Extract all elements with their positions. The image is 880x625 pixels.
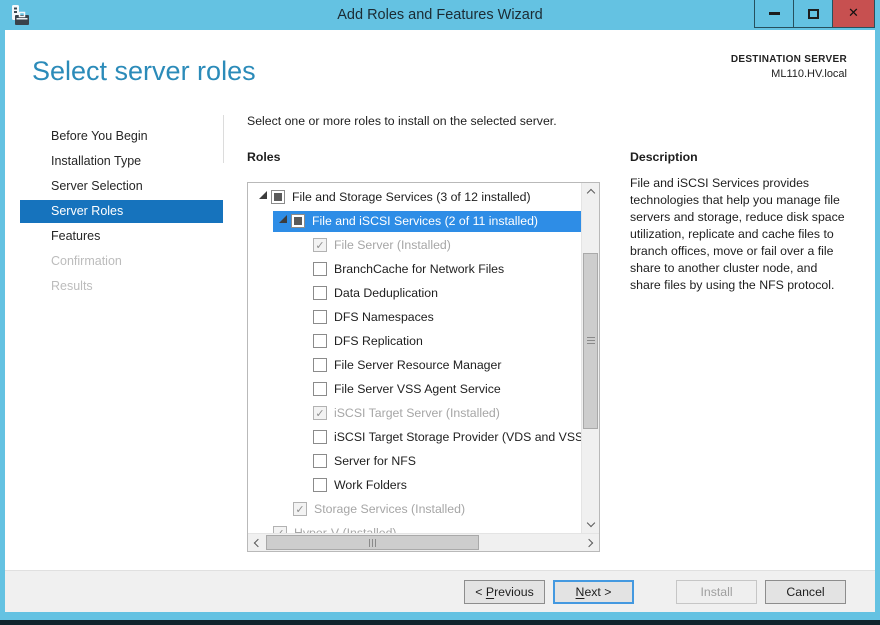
scroll-left-icon[interactable] xyxy=(248,534,265,551)
close-button[interactable] xyxy=(832,0,875,28)
roles-tree: File and Storage Services (3 of 12 insta… xyxy=(247,182,600,552)
sidebar-item-before-you-begin[interactable]: Before You Begin xyxy=(20,125,223,148)
expand-collapse-icon[interactable] xyxy=(275,215,291,227)
wizard-client-area: Select server roles DESTINATION SERVER M… xyxy=(5,30,875,612)
sidebar-item-installation-type[interactable]: Installation Type xyxy=(20,150,223,173)
thumb-grip-icon xyxy=(587,337,595,345)
tree-row-dfs-namespaces[interactable]: DFS Namespaces xyxy=(248,305,581,329)
wizard-steps-sidebar: Before You BeginInstallation TypeServer … xyxy=(20,123,223,300)
previous-button[interactable]: < Previous xyxy=(464,580,545,604)
scroll-down-icon[interactable] xyxy=(582,516,599,533)
role-checkbox[interactable] xyxy=(313,334,327,348)
sidebar-item-results: Results xyxy=(20,275,223,298)
role-checkbox[interactable] xyxy=(313,478,327,492)
role-label: Server for NFS xyxy=(334,454,416,468)
page-title: Select server roles xyxy=(32,56,256,87)
role-checkbox[interactable] xyxy=(313,310,327,324)
tree-row-data-deduplication[interactable]: Data Deduplication xyxy=(248,281,581,305)
expand-collapse-icon[interactable] xyxy=(255,191,271,203)
sidebar-item-server-selection[interactable]: Server Selection xyxy=(20,175,223,198)
description-text: File and iSCSI Services provides technol… xyxy=(630,175,851,294)
destination-server-block: DESTINATION SERVER ML110.HV.local xyxy=(731,54,847,80)
role-label: Work Folders xyxy=(334,478,407,492)
role-checkbox xyxy=(313,238,327,252)
destination-server-name: ML110.HV.local xyxy=(731,68,847,80)
role-label: Hyper-V (Installed) xyxy=(294,526,397,533)
horizontal-scrollbar[interactable] xyxy=(248,533,599,551)
wizard-footer: < Previous Next > Install Cancel xyxy=(5,570,875,612)
description-heading: Description xyxy=(630,150,698,164)
tree-row-server-for-nfs[interactable]: Server for NFS xyxy=(248,449,581,473)
sidebar-item-features[interactable]: Features xyxy=(20,225,223,248)
role-checkbox xyxy=(273,526,287,533)
role-checkbox[interactable] xyxy=(313,454,327,468)
role-label: iSCSI Target Storage Provider (VDS and V… xyxy=(334,430,581,444)
horizontal-scrollbar-thumb[interactable] xyxy=(266,535,479,550)
vertical-scrollbar[interactable] xyxy=(581,183,599,533)
thumb-grip-icon xyxy=(369,539,377,547)
role-label: File Server VSS Agent Service xyxy=(334,382,501,396)
titlebar: Add Roles and Features Wizard xyxy=(0,0,880,30)
role-label: File Server (Installed) xyxy=(334,238,451,252)
maximize-button[interactable] xyxy=(793,0,833,28)
scroll-up-icon[interactable] xyxy=(582,183,599,200)
role-checkbox[interactable] xyxy=(313,430,327,444)
role-label: iSCSI Target Server (Installed) xyxy=(334,406,500,420)
tree-row-file-server-resource-manager[interactable]: File Server Resource Manager xyxy=(248,353,581,377)
tree-row-file-server-vss-agent-service[interactable]: File Server VSS Agent Service xyxy=(248,377,581,401)
tree-row-file-server-installed[interactable]: File Server (Installed) xyxy=(248,233,581,257)
role-label: BranchCache for Network Files xyxy=(334,262,504,276)
next-button[interactable]: Next > xyxy=(553,580,634,604)
tree-row-hyper-v-installed[interactable]: Hyper-V (Installed) xyxy=(248,521,581,533)
role-checkbox[interactable] xyxy=(291,214,305,228)
vertical-scrollbar-thumb[interactable] xyxy=(583,253,598,429)
add-roles-wizard-window: Add Roles and Features Wizard Select ser… xyxy=(0,0,880,625)
window-title: Add Roles and Features Wizard xyxy=(0,0,880,30)
role-checkbox[interactable] xyxy=(313,286,327,300)
roles-tree-viewport: File and Storage Services (3 of 12 insta… xyxy=(248,183,581,533)
tree-row-iscsi-target-storage-provider-vds-and-vss-hardware-providers[interactable]: iSCSI Target Storage Provider (VDS and V… xyxy=(248,425,581,449)
role-label: DFS Replication xyxy=(334,334,423,348)
window-controls xyxy=(755,0,875,28)
maximize-icon xyxy=(808,9,819,19)
tree-row-work-folders[interactable]: Work Folders xyxy=(248,473,581,497)
sidebar-divider xyxy=(223,115,224,163)
destination-server-label: DESTINATION SERVER xyxy=(731,54,847,65)
role-label: Data Deduplication xyxy=(334,286,438,300)
instruction-text: Select one or more roles to install on t… xyxy=(247,114,557,128)
role-label: File Server Resource Manager xyxy=(334,358,501,372)
tree-row-iscsi-target-server-installed[interactable]: iSCSI Target Server (Installed) xyxy=(248,401,581,425)
minimize-icon xyxy=(769,12,780,15)
tree-row-branchcache-for-network-files[interactable]: BranchCache for Network Files xyxy=(248,257,581,281)
install-button: Install xyxy=(676,580,757,604)
roles-label: Roles xyxy=(247,150,281,164)
tree-row-dfs-replication[interactable]: DFS Replication xyxy=(248,329,581,353)
sidebar-item-server-roles[interactable]: Server Roles xyxy=(20,200,223,223)
role-checkbox[interactable] xyxy=(313,382,327,396)
role-label: File and Storage Services (3 of 12 insta… xyxy=(292,190,531,204)
role-checkbox xyxy=(313,406,327,420)
role-label: File and iSCSI Services (2 of 11 install… xyxy=(312,214,538,228)
minimize-button[interactable] xyxy=(754,0,794,28)
role-label: DFS Namespaces xyxy=(334,310,434,324)
roles-tree-rows: File and Storage Services (3 of 12 insta… xyxy=(248,185,581,533)
sidebar-item-confirmation: Confirmation xyxy=(20,250,223,273)
role-label: Storage Services (Installed) xyxy=(314,502,465,516)
close-icon xyxy=(848,6,859,21)
tree-row-file-and-storage-services-3-of-12-installed[interactable]: File and Storage Services (3 of 12 insta… xyxy=(248,185,581,209)
tree-row-storage-services-installed[interactable]: Storage Services (Installed) xyxy=(248,497,581,521)
role-checkbox xyxy=(293,502,307,516)
role-checkbox[interactable] xyxy=(271,190,285,204)
cancel-button[interactable]: Cancel xyxy=(765,580,846,604)
role-checkbox[interactable] xyxy=(313,358,327,372)
window-bottom-edge xyxy=(0,620,880,625)
tree-row-file-and-iscsi-services-2-of-11-installed[interactable]: File and iSCSI Services (2 of 11 install… xyxy=(248,209,581,233)
role-checkbox[interactable] xyxy=(313,262,327,276)
scroll-right-icon[interactable] xyxy=(582,534,599,551)
